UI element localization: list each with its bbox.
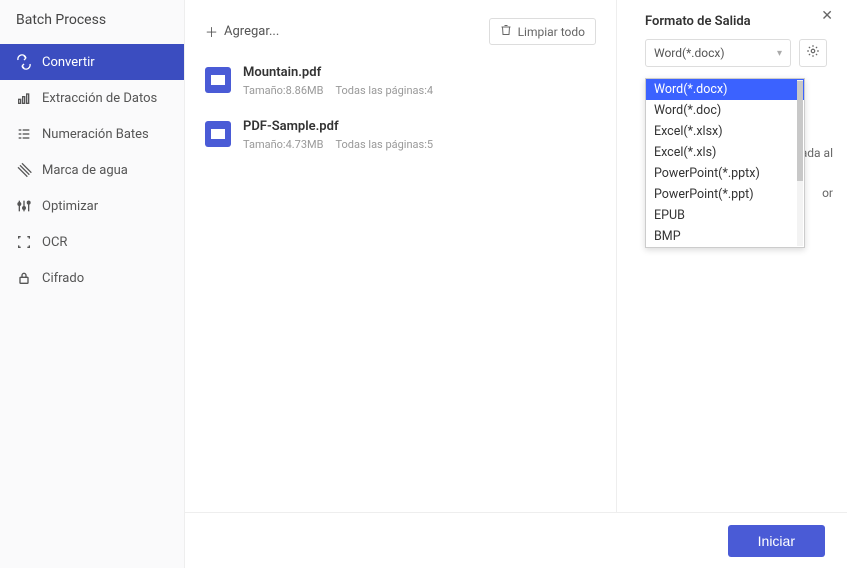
file-thumbnail-icon <box>205 67 231 93</box>
sidebar-item-label: Cifrado <box>42 271 84 286</box>
format-selected: Word(*.docx) <box>654 46 725 60</box>
clear-label: Limpiar todo <box>518 25 585 39</box>
format-dropdown: Word(*.docx) Word(*.doc) Excel(*.xlsx) E… <box>645 78 805 248</box>
bates-icon <box>16 126 32 142</box>
optimize-icon <box>16 198 32 214</box>
sidebar: Batch Process Convertir Extracción de Da… <box>0 0 185 568</box>
output-title: Formato de Salida <box>645 14 827 29</box>
gear-icon <box>806 44 820 62</box>
nav-list: Convertir Extracción de Datos Numeración… <box>0 44 184 296</box>
sidebar-item-label: Convertir <box>42 55 95 70</box>
file-item[interactable]: PDF-Sample.pdf Tamaño:4.73MB Todas las p… <box>205 111 596 165</box>
data-extract-icon <box>16 90 32 106</box>
scrollbar-thumb[interactable] <box>797 81 803 181</box>
start-button[interactable]: Iniciar <box>728 525 825 557</box>
dropdown-scrollbar[interactable] <box>797 80 803 246</box>
file-size: Tamaño:8.86MB <box>243 84 324 97</box>
main: ✕ ＋ Agregar... Limpiar todo <box>185 0 847 568</box>
sidebar-item-bates[interactable]: Numeración Bates <box>0 116 184 152</box>
sidebar-item-encrypt[interactable]: Cifrado <box>0 260 184 296</box>
window-title: Batch Process <box>0 0 184 44</box>
obscured-text: or <box>822 186 833 200</box>
watermark-icon <box>16 162 32 178</box>
output-panel: Formato de Salida Word(*.docx) ▾ Word(*.… <box>617 0 847 512</box>
ocr-icon <box>16 234 32 250</box>
dropdown-option[interactable]: Word(*.doc) <box>646 100 804 121</box>
sidebar-item-watermark[interactable]: Marca de agua <box>0 152 184 188</box>
add-label: Agregar... <box>224 24 279 39</box>
sidebar-item-label: Marca de agua <box>42 163 128 178</box>
dropdown-option[interactable]: Word(*.docx) <box>646 79 804 100</box>
chevron-down-icon: ▾ <box>777 48 782 59</box>
footer: Iniciar <box>185 512 847 568</box>
obscured-text: ada al <box>801 146 833 160</box>
dropdown-option[interactable]: Excel(*.xlsx) <box>646 121 804 142</box>
dropdown-option[interactable]: PowerPoint(*.ppt) <box>646 184 804 205</box>
sidebar-item-label: Numeración Bates <box>42 127 149 142</box>
dropdown-option[interactable]: Excel(*.xls) <box>646 142 804 163</box>
convert-icon <box>16 54 32 70</box>
sidebar-item-label: Optimizar <box>42 199 98 214</box>
file-size: Tamaño:4.73MB <box>243 138 324 151</box>
sidebar-item-label: OCR <box>42 235 67 250</box>
settings-button[interactable] <box>799 39 827 67</box>
file-area: ＋ Agregar... Limpiar todo Mountain.pdf <box>185 0 617 512</box>
sidebar-item-ocr[interactable]: OCR <box>0 224 184 260</box>
sidebar-item-optimize[interactable]: Optimizar <box>0 188 184 224</box>
sidebar-item-label: Extracción de Datos <box>42 91 157 106</box>
dropdown-option[interactable]: EPUB <box>646 205 804 226</box>
clear-all-button[interactable]: Limpiar todo <box>489 18 596 45</box>
file-pages: Todas las páginas:5 <box>336 138 434 151</box>
file-name: Mountain.pdf <box>243 65 433 80</box>
file-item[interactable]: Mountain.pdf Tamaño:8.86MB Todas las pág… <box>205 57 596 111</box>
trash-icon <box>500 24 512 39</box>
add-files-button[interactable]: ＋ Agregar... <box>205 22 279 41</box>
lock-icon <box>16 270 32 286</box>
plus-icon: ＋ <box>205 22 218 41</box>
dropdown-option[interactable]: BMP <box>646 226 804 247</box>
file-name: PDF-Sample.pdf <box>243 119 433 134</box>
sidebar-item-extraccion[interactable]: Extracción de Datos <box>0 80 184 116</box>
sidebar-item-convertir[interactable]: Convertir <box>0 44 184 80</box>
format-select[interactable]: Word(*.docx) ▾ <box>645 39 791 67</box>
file-pages: Todas las páginas:4 <box>336 84 434 97</box>
dropdown-option[interactable]: PowerPoint(*.pptx) <box>646 163 804 184</box>
file-thumbnail-icon <box>205 121 231 147</box>
